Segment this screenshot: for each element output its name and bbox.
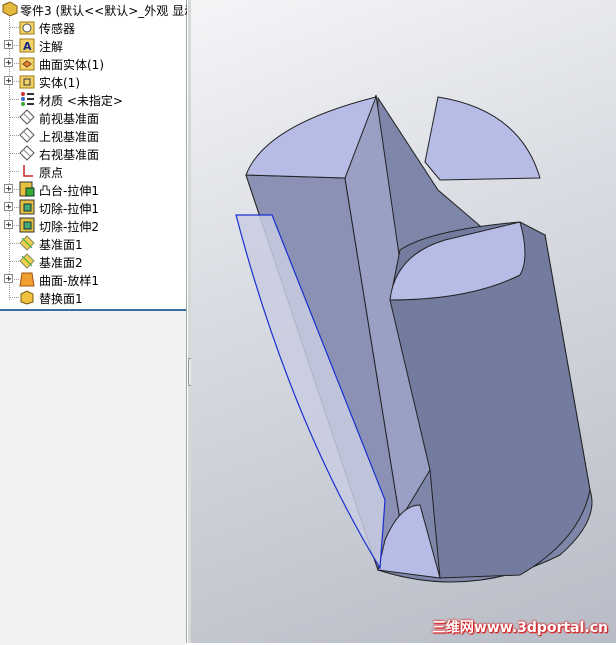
tree-item[interactable]: 基准面2 (0, 252, 186, 270)
svg-text:A: A (23, 40, 32, 53)
ref-plane-icon (19, 253, 35, 269)
tree-connector (9, 243, 19, 244)
solid-bodies-folder-icon (19, 75, 35, 89)
tree-connector (9, 135, 19, 136)
tree-item[interactable]: 基准面1 (0, 234, 186, 252)
tree-item-label: 前视基准面 (39, 112, 100, 126)
tree-item[interactable]: 传感器 (0, 18, 186, 36)
tree-item-label: 切除-拉伸1 (39, 202, 99, 216)
tree-connector (9, 99, 19, 100)
plane-icon (19, 109, 35, 125)
tree-connector (9, 297, 19, 298)
tree-item[interactable]: 右视基准面 (0, 144, 186, 162)
tree-item-label: 传感器 (39, 22, 76, 36)
tree-connector (9, 63, 19, 64)
annotation-folder-icon: A (19, 38, 35, 53)
sensor-folder-icon (19, 21, 35, 35)
surface-bodies-folder-icon (19, 57, 35, 71)
tree-root[interactable]: 零件3 (默认<<默认>_外观 显示 (0, 0, 196, 18)
tree-item-label: 曲面-放样1 (39, 274, 99, 288)
tree-item-label: 材质 <未指定> (39, 94, 123, 108)
tree-connector (9, 117, 19, 118)
tree-item-label: 基准面2 (39, 256, 83, 270)
tree-connector (9, 261, 19, 262)
feature-manager-tree: 零件3 (默认<<默认>_外观 显示 传感器 + A 注解 + 曲面实体(1) + 实体(1)… (0, 0, 196, 645)
tree-item-label: 凸台-拉伸1 (39, 184, 99, 198)
top-face-right (424, 96, 541, 181)
surface-loft-icon (19, 272, 35, 287)
tree-connector (9, 153, 19, 154)
ref-plane-icon (19, 235, 35, 251)
tree-item[interactable]: + 切除-拉伸1 (0, 198, 186, 216)
tree-connector (9, 207, 19, 208)
tree-connector (9, 189, 19, 190)
tree-item-label: 实体(1) (39, 76, 80, 90)
plane-icon (19, 127, 35, 143)
tree-item[interactable]: 原点 (0, 162, 186, 180)
tree-item[interactable]: + 切除-拉伸2 (0, 216, 186, 234)
tree-item[interactable]: + 曲面-放样1 (0, 270, 186, 288)
tree-root-label: 零件3 (默认<<默认>_外观 显示 (20, 4, 197, 18)
material-icon (21, 92, 34, 106)
boss-extrude-icon (19, 181, 35, 197)
tree-item-label: 曲面实体(1) (39, 58, 104, 72)
tree-connector (9, 45, 19, 46)
tree-item-label: 切除-拉伸2 (39, 220, 99, 234)
origin-icon (23, 165, 33, 177)
tree-item[interactable]: + 凸台-拉伸1 (0, 180, 186, 198)
part-icon (2, 1, 18, 17)
plane-icon (19, 145, 35, 161)
tree-item[interactable]: + A 注解 (0, 36, 186, 54)
tree-item[interactable]: 替换面1 (0, 288, 186, 306)
tree-item[interactable]: 材质 <未指定> (0, 90, 186, 108)
cut-extrude-icon (19, 199, 35, 215)
tree-item-label: 替换面1 (39, 292, 83, 306)
graphics-viewport[interactable]: 三维网www.3dportal.cn (191, 0, 616, 643)
tree-item-label: 原点 (39, 166, 64, 180)
tree-connector (9, 81, 19, 82)
tree-connector (9, 279, 19, 280)
tree-item[interactable]: 上视基准面 (0, 126, 186, 144)
tree-connector (9, 225, 19, 226)
cut-extrude-icon (19, 217, 35, 233)
tree-item-label: 基准面1 (39, 238, 83, 252)
tree-item[interactable]: + 实体(1) (0, 72, 186, 90)
tree-item[interactable]: 前视基准面 (0, 108, 186, 126)
tree-connector (9, 171, 19, 172)
3d-model[interactable] (191, 0, 616, 643)
tree-item-label: 注解 (39, 40, 64, 54)
tree-empty-area (0, 309, 186, 645)
tree-connector (9, 27, 19, 28)
watermark: 三维网www.3dportal.cn (431, 620, 608, 636)
tree-item[interactable]: + 曲面实体(1) (0, 54, 186, 72)
tree-item-label: 右视基准面 (39, 148, 100, 162)
replace-face-icon (20, 290, 34, 305)
tree-item-label: 上视基准面 (39, 130, 100, 144)
